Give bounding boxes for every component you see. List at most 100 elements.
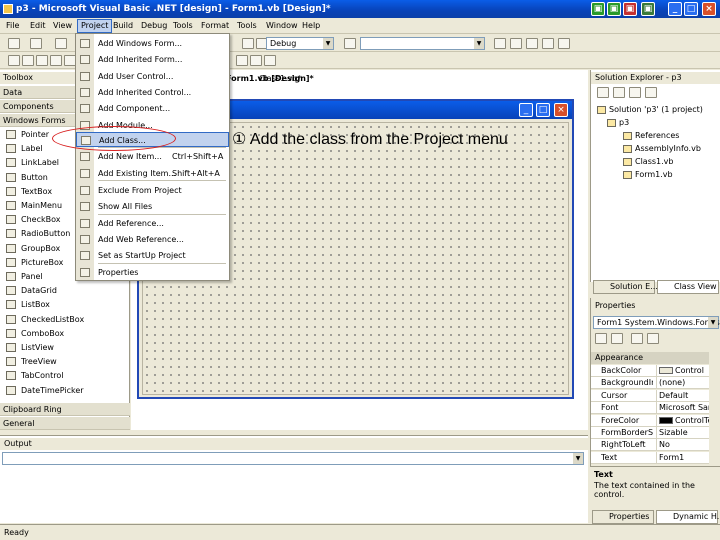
menu-debug[interactable]: Debug [141,21,167,30]
size-icon[interactable] [236,55,248,66]
toolbox-item[interactable]: ListView [0,341,130,354]
project-menu-item[interactable]: Show All Files [76,199,229,214]
tree-node-references[interactable]: References [623,130,679,141]
project-menu-item[interactable]: Add Windows Form... [76,36,229,51]
order-icon[interactable] [264,55,276,66]
properties-view-icon[interactable] [631,333,643,344]
find-icon[interactable] [344,38,356,49]
output-combo[interactable]: ▼ [2,452,584,465]
project-menu-item[interactable]: Add Inherited Control... [76,85,229,100]
tree-node-solution[interactable]: Solution 'p3' (1 project) [597,104,703,115]
project-menu-item[interactable]: Exclude From Project [76,183,229,198]
solution-explorer-icon[interactable] [494,38,506,49]
align-left-icon[interactable] [8,55,20,66]
quick-icon-4[interactable]: ▣ [641,2,655,16]
quick-icon-3[interactable]: ▣ [623,2,637,16]
properties-icon[interactable] [510,38,522,49]
toolbox-section-general[interactable]: General [0,417,130,430]
open-file-icon[interactable] [55,38,67,49]
align-top-icon[interactable] [50,55,62,66]
toolbox-item[interactable]: ComboBox [0,327,130,340]
property-name: BackgroundIm [601,378,653,388]
project-menu-item[interactable]: Add User Control... [76,69,229,84]
menu-view[interactable]: View [53,21,72,30]
menu-separator [98,263,226,264]
more-icon[interactable] [558,38,570,49]
toolbox-item[interactable]: ListBox [0,298,130,311]
new-project-icon[interactable] [8,38,20,49]
property-row[interactable]: BackgroundIm (none) [591,377,709,390]
maximize-icon[interactable]: □ [684,2,698,16]
control-icon [6,357,16,367]
sol-toolbar-icon-2[interactable] [613,87,625,98]
toolbox-item[interactable]: TreeView [0,355,130,368]
quick-icon-1[interactable]: ▣ [591,2,605,16]
toolbox-section-clipboard[interactable]: Clipboard Ring [0,403,130,416]
property-value-text: No [659,440,670,450]
toolbox-item[interactable]: DateTimePicker [0,384,130,397]
project-menu-item[interactable]: Set as StartUp Project [76,248,229,263]
tab-class1[interactable]: Class1.vb* [256,73,305,85]
quick-icon-2[interactable]: ▣ [607,2,621,16]
menu-window[interactable]: Window [266,21,298,30]
tree-node-form1[interactable]: Form1.vb [623,169,673,180]
tab-properties[interactable]: Properties [592,510,654,524]
sol-toolbar-icon-3[interactable] [629,87,641,98]
undo-icon[interactable] [242,38,254,49]
spacing-icon[interactable] [250,55,262,66]
tree-node-project[interactable]: p3 [607,117,629,128]
tab-solution-explorer[interactable]: Solution E... [593,280,658,294]
toolbox-icon[interactable] [526,38,538,49]
property-row[interactable]: BackColor Control [591,365,709,377]
align-right-icon[interactable] [36,55,48,66]
close-icon[interactable]: × [702,2,716,16]
property-row[interactable]: Cursor Default [591,389,709,402]
property-category[interactable]: Appearance [591,352,709,364]
project-menu-item[interactable]: Properties [76,265,229,280]
tab-class-view[interactable]: Class View [657,280,719,294]
property-row[interactable]: ForeColor ControlTe [591,414,709,427]
project-menu-item[interactable]: Add Web Reference... [76,232,229,247]
tree-node-assemblyinfo[interactable]: AssemblyInfo.vb [623,143,701,154]
add-item-icon[interactable] [30,38,42,49]
menu-format[interactable]: Format [201,21,229,30]
menu-edit[interactable]: Edit [30,21,46,30]
toolbox-item-label: Pointer [21,130,50,139]
toolbox-item-label: Label [21,144,43,154]
menu-file[interactable]: File [6,21,19,30]
solution-config-combo[interactable]: Debug ▼ [266,37,334,50]
project-menu-item[interactable]: Add Inherited Form... [76,52,229,67]
events-icon[interactable] [647,333,659,344]
align-center-icon[interactable] [22,55,34,66]
alphabetical-icon[interactable] [611,333,623,344]
menu-tools[interactable]: Tools [237,21,257,30]
properties-object-combo[interactable]: Form1 System.Windows.Forms ▼ [593,316,720,329]
project-menu-item[interactable]: Add Component... [76,101,229,116]
property-row[interactable]: FormBorderS Sizable [591,427,709,439]
project-menu-item[interactable]: Add Existing Item... Shift+Alt+A [76,166,229,181]
project-menu-item[interactable]: Add New Item... Ctrl+Shift+A [76,149,229,164]
property-row[interactable]: Font Microsoft Sans [591,402,709,415]
minimize-icon[interactable]: _ [668,2,682,16]
categorized-icon[interactable] [595,333,607,344]
output-panel: Output ▼ [0,435,588,523]
property-row[interactable]: RightToLeft No [591,439,709,452]
tab-dynamic-help[interactable]: Dynamic H... [656,510,720,524]
sol-toolbar-icon-4[interactable] [645,87,657,98]
menu-build[interactable]: Build [113,21,133,30]
property-row[interactable]: Text Form1 [591,451,709,464]
toolbox-item[interactable]: TabControl [0,369,130,382]
sol-toolbar-icon-1[interactable] [597,87,609,98]
tree-node-class1[interactable]: Class1.vb [623,156,674,167]
toolbox-item[interactable]: DataGrid [0,284,130,297]
toolbox-item-label: TabControl [21,371,64,381]
find-combo[interactable]: ▼ [360,37,485,50]
menu-project[interactable]: Project [77,19,113,33]
menu-data[interactable]: Tools [173,21,193,30]
toolbox-item[interactable]: CheckedListBox [0,313,130,326]
project-menu-item[interactable]: Add Reference... [76,216,229,231]
tools-icon[interactable] [542,38,554,49]
toolbox-item-label: ListView [21,343,54,352]
toolbox-item-label: Button [21,172,48,182]
menu-help[interactable]: Help [302,21,320,30]
